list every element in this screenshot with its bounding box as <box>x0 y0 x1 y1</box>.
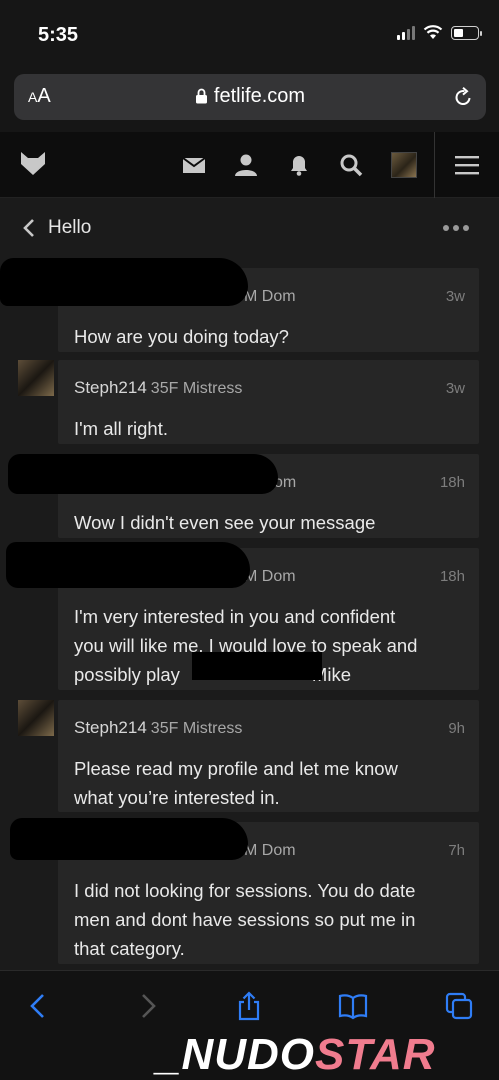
status-bar: 5:35 <box>0 0 499 66</box>
message: Steph214 35F Mistress 3w I'm all right. <box>58 360 479 444</box>
message-body: I did not looking for sessions. You do d… <box>74 880 416 959</box>
conversation-title[interactable]: Hello <box>48 217 91 239</box>
message-sender[interactable]: Steph214 35F Mistress <box>74 378 242 398</box>
person-icon[interactable] <box>233 152 259 178</box>
lock-icon <box>195 88 207 104</box>
message-time: 18h <box>439 474 465 491</box>
message: Steph214 35F Mistress 9h Please read my p… <box>58 700 479 812</box>
message-body: How are you doing today? <box>74 326 289 347</box>
watermark-logo: _NUDOSTAR <box>156 1030 436 1079</box>
browser-bar: AA fetlife.com <box>0 66 499 132</box>
message-time: 9h <box>448 720 465 737</box>
cellular-signal-icon <box>397 25 415 40</box>
nav-divider <box>434 132 435 198</box>
search-icon[interactable] <box>338 152 364 178</box>
tabs-icon[interactable] <box>444 991 474 1021</box>
back-icon[interactable] <box>24 991 54 1021</box>
user-avatar[interactable] <box>391 152 417 178</box>
message-time: 18h <box>439 568 465 585</box>
message-time: 3w <box>445 380 465 397</box>
address-bar[interactable]: AA fetlife.com <box>14 74 486 120</box>
message-list: M Dom 3w How are you doing today? Steph2… <box>0 258 499 970</box>
share-icon[interactable] <box>234 991 264 1021</box>
bell-icon[interactable] <box>286 152 312 178</box>
sender-avatar[interactable] <box>18 360 54 396</box>
status-time: 5:35 <box>38 24 79 46</box>
more-options-icon[interactable] <box>443 225 469 231</box>
sender-avatar[interactable] <box>18 700 54 736</box>
forward-icon[interactable] <box>132 991 162 1021</box>
message-body: Please read my profile and let me know w… <box>74 758 398 808</box>
url-text: fetlife.com <box>213 85 306 107</box>
wifi-icon <box>423 25 443 39</box>
fetlife-logo-icon[interactable] <box>18 148 48 178</box>
redaction <box>0 258 248 306</box>
mail-icon[interactable] <box>181 152 207 178</box>
message-time: 3w <box>445 288 465 305</box>
site-nav <box>0 132 499 198</box>
back-chevron-icon[interactable] <box>22 218 36 238</box>
message-sender[interactable]: Steph214 35F Mistress <box>74 718 242 738</box>
status-icons <box>397 25 482 40</box>
redaction <box>10 818 248 860</box>
message-time: 7h <box>448 842 465 859</box>
url-display[interactable]: fetlife.com <box>14 85 486 108</box>
conversation-header: Hello <box>0 198 499 258</box>
bookmarks-icon[interactable] <box>338 991 368 1021</box>
menu-icon[interactable] <box>455 155 479 175</box>
battery-icon <box>451 25 482 40</box>
redaction <box>192 652 322 680</box>
redaction <box>8 454 278 494</box>
message-body: Wow I didn't even see your message <box>74 512 376 533</box>
redaction <box>6 542 250 588</box>
reload-icon[interactable] <box>452 86 474 108</box>
message-body: I'm all right. <box>74 418 168 439</box>
